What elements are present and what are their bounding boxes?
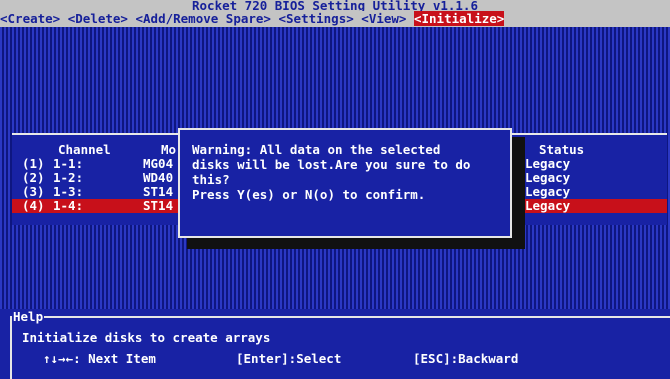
help-description: Initialize disks to create arrays	[22, 330, 271, 345]
header-channel: Channel	[58, 142, 111, 157]
help-frame	[10, 316, 670, 379]
row-status: Legacy	[525, 184, 571, 199]
help-title: Help	[12, 309, 45, 324]
window-title: Rocket 720 BIOS Setting Utility v1.1.6	[0, 0, 670, 12]
row-model: ST14	[143, 184, 174, 199]
menu-create[interactable]: <Create>	[0, 11, 60, 26]
dialog-line: disks will be lost.Are you sure to do	[192, 157, 471, 172]
menu-settings[interactable]: <Settings>	[279, 11, 354, 26]
menu-initialize[interactable]: <Initialize>	[413, 11, 505, 26]
help-panel: Help Initialize disks to create arrays ↑…	[0, 309, 670, 379]
help-key-back: [ESC]:Backward	[413, 351, 519, 366]
dialog-line: Press Y(es) or N(o) to confirm.	[192, 187, 426, 202]
row-model: ST14	[143, 198, 174, 213]
menu-bar: <Create> <Delete> <Add/Remove Spare> <Se…	[0, 11, 670, 27]
help-key-select: [Enter]:Select	[236, 351, 342, 366]
row-index: (1)	[22, 156, 45, 171]
row-status: Legacy	[525, 198, 571, 213]
menu-add-remove-spare[interactable]: <Add/Remove Spare>	[136, 11, 271, 26]
row-index: (2)	[22, 170, 45, 185]
row-index: (3)	[22, 184, 45, 199]
row-channel: 1-1:	[53, 156, 84, 171]
header-model: Mo	[161, 142, 177, 157]
dialog-line: this?	[192, 172, 230, 187]
menu-view[interactable]: <View>	[361, 11, 406, 26]
warning-dialog: Warning: All data on the selected disks …	[178, 128, 512, 238]
row-channel: 1-2:	[53, 170, 84, 185]
help-key-next: ↑↓→←: Next Item	[43, 351, 156, 366]
row-channel: 1-3:	[53, 184, 84, 199]
row-model: MG04	[143, 156, 174, 171]
row-status: Legacy	[525, 156, 571, 171]
bios-screen: Rocket 720 BIOS Setting Utility v1.1.6 <…	[0, 0, 670, 379]
header-status: Status	[539, 142, 585, 157]
row-model: WD40	[143, 170, 174, 185]
row-channel: 1-4:	[53, 198, 84, 213]
dialog-line: Warning: All data on the selected	[192, 142, 441, 157]
row-index: (4)	[22, 198, 45, 213]
row-status: Legacy	[525, 170, 571, 185]
menu-delete[interactable]: <Delete>	[68, 11, 128, 26]
